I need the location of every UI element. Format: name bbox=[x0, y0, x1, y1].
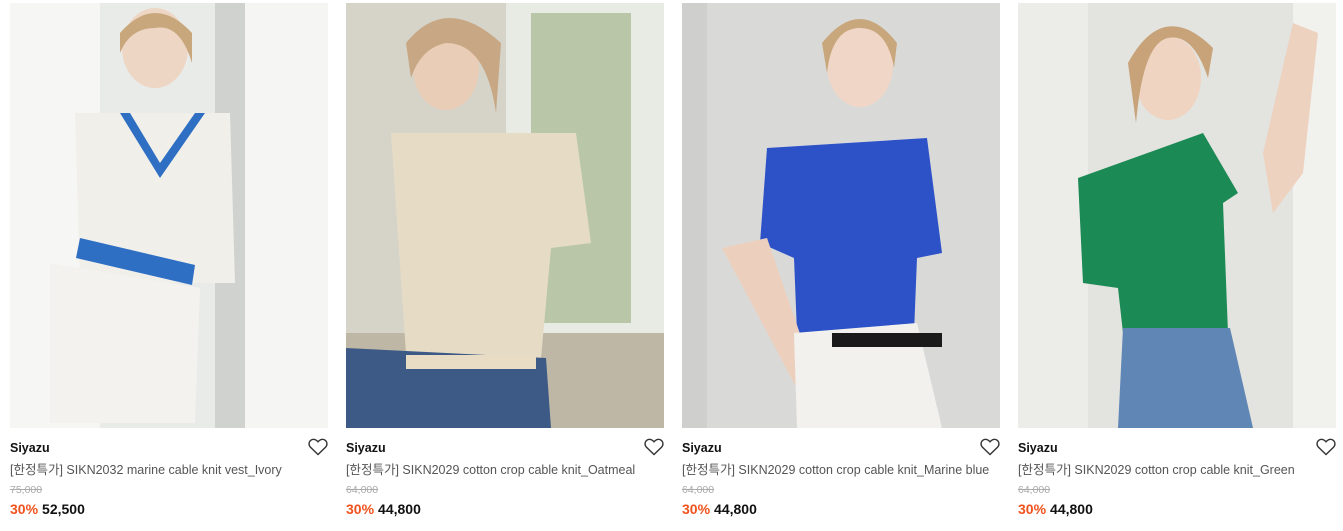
price-row: 30% 44,800 bbox=[682, 501, 1000, 518]
brand-name[interactable]: Siyazu bbox=[346, 440, 664, 456]
discount-rate: 30% bbox=[10, 501, 39, 517]
brand-name[interactable]: Siyazu bbox=[1018, 440, 1336, 456]
original-price: 75,000 bbox=[10, 484, 43, 496]
product-name[interactable]: [한정특가] SIKN2029 cotton crop cable knit_G… bbox=[1018, 462, 1336, 478]
brand-name[interactable]: Siyazu bbox=[682, 440, 1000, 456]
product-card[interactable]: Siyazu [한정특가] SIKN2029 cotton crop cable… bbox=[1018, 3, 1336, 518]
heart-icon[interactable] bbox=[980, 438, 1000, 456]
sale-price: 44,800 bbox=[714, 501, 757, 517]
discount-rate: 30% bbox=[346, 501, 375, 517]
product-image[interactable] bbox=[346, 3, 664, 428]
product-card[interactable]: Siyazu [한정특가] SIKN2032 marine cable knit… bbox=[10, 3, 328, 518]
product-image[interactable] bbox=[682, 3, 1000, 428]
product-name[interactable]: [한정특가] SIKN2029 cotton crop cable knit_O… bbox=[346, 462, 664, 478]
price-row: 30% 44,800 bbox=[346, 501, 664, 518]
brand-name[interactable]: Siyazu bbox=[10, 440, 328, 456]
heart-icon[interactable] bbox=[644, 438, 664, 456]
sale-price: 44,800 bbox=[378, 501, 421, 517]
product-name[interactable]: [한정특가] SIKN2029 cotton crop cable knit_M… bbox=[682, 462, 1000, 478]
product-image[interactable] bbox=[10, 3, 328, 428]
product-name[interactable]: [한정특가] SIKN2032 marine cable knit vest_I… bbox=[10, 462, 328, 478]
original-price: 64,000 bbox=[1018, 484, 1051, 496]
discount-rate: 30% bbox=[1018, 501, 1047, 517]
product-grid: Siyazu [한정특가] SIKN2032 marine cable knit… bbox=[0, 0, 1343, 531]
original-price: 64,000 bbox=[682, 484, 715, 496]
original-price: 64,000 bbox=[346, 484, 379, 496]
price-row: 30% 44,800 bbox=[1018, 501, 1336, 518]
product-card[interactable]: Siyazu [한정특가] SIKN2029 cotton crop cable… bbox=[682, 3, 1000, 518]
heart-icon[interactable] bbox=[308, 438, 328, 456]
sale-price: 52,500 bbox=[42, 501, 85, 517]
product-image[interactable] bbox=[1018, 3, 1336, 428]
heart-icon[interactable] bbox=[1316, 438, 1336, 456]
sale-price: 44,800 bbox=[1050, 501, 1093, 517]
discount-rate: 30% bbox=[682, 501, 711, 517]
price-row: 30% 52,500 bbox=[10, 501, 328, 518]
product-card[interactable]: Siyazu [한정특가] SIKN2029 cotton crop cable… bbox=[346, 3, 664, 518]
